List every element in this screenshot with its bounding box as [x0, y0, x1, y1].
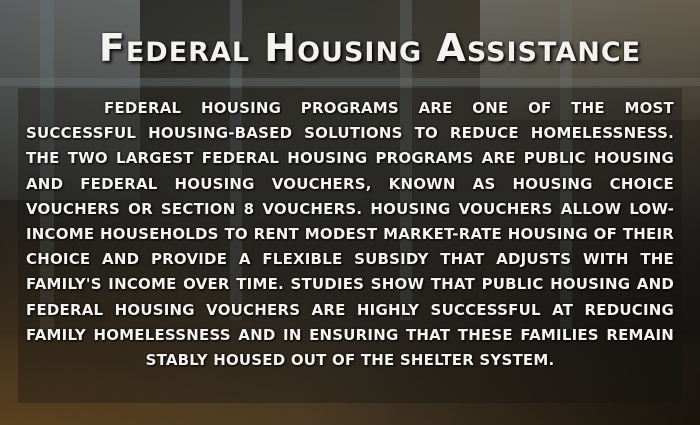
poster-title: Federal Housing Assistance: [98, 26, 642, 70]
poster: Federal Housing Assistance Federal housi…: [0, 0, 700, 425]
poster-body-text: Federal housing programs are one of the …: [26, 99, 674, 370]
